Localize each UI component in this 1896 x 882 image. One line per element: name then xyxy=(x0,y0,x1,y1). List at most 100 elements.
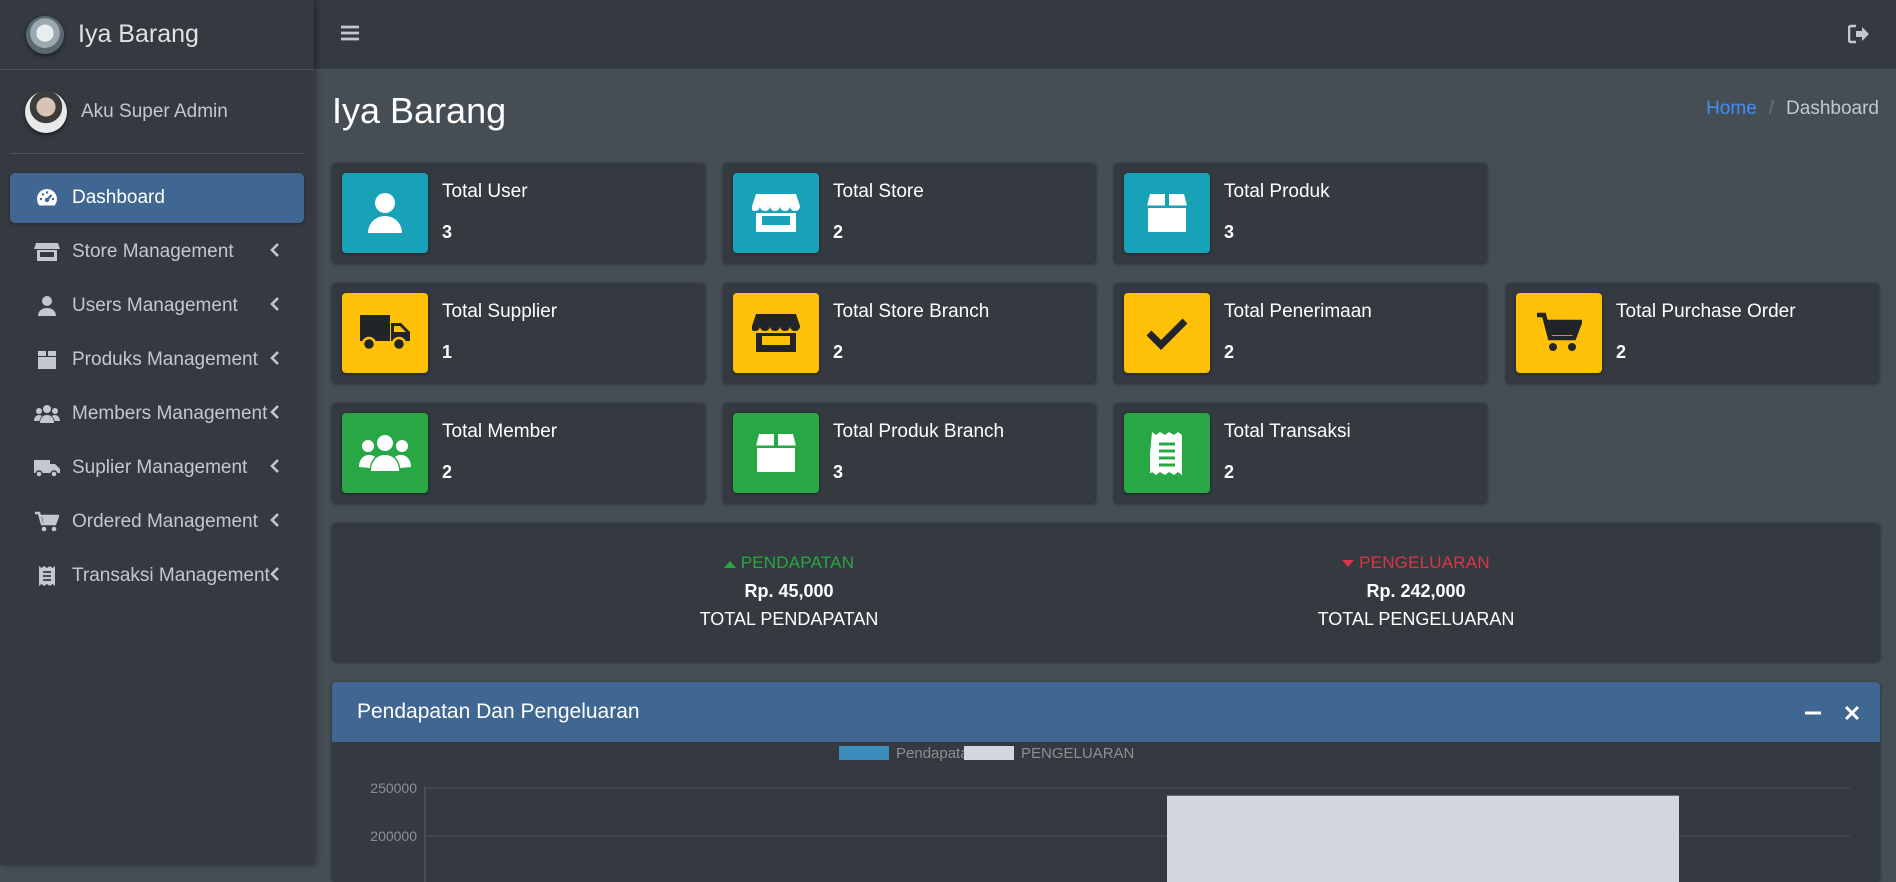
sidebar-item-label: Users Management xyxy=(72,295,238,316)
menu-toggle-icon[interactable] xyxy=(340,24,360,47)
sidebar-item-label: Members Management xyxy=(72,403,268,424)
stat-box-total-store: Total Store 2 xyxy=(723,163,1096,263)
close-icon[interactable] xyxy=(1844,703,1860,727)
stat-label: Total Produk Branch xyxy=(833,421,1005,442)
top-navbar xyxy=(314,0,1896,70)
receipt-icon xyxy=(1124,413,1210,493)
minimize-icon[interactable] xyxy=(1804,703,1822,727)
tachometer-icon xyxy=(34,186,60,210)
sidebar-item-produks-management[interactable]: Produks Management xyxy=(10,335,304,385)
sidebar: Iya Barang Aku Super Admin Dashboard Sto… xyxy=(0,0,314,865)
bar-pengeluaran xyxy=(1167,795,1679,882)
stat-label: Total Transaksi xyxy=(1224,421,1351,442)
stat-value: 3 xyxy=(833,462,844,482)
brand-name: Iya Barang xyxy=(78,20,199,48)
stat-value: 3 xyxy=(1224,222,1235,242)
avatar xyxy=(25,90,67,133)
sidebar-item-label: Suplier Management xyxy=(72,457,248,478)
users-icon xyxy=(34,402,60,426)
sidebar-item-transaksi-management[interactable]: Transaksi Management xyxy=(10,551,304,601)
sidebar-item-label: Transaksi Management xyxy=(72,565,270,586)
user-panel[interactable]: Aku Super Admin xyxy=(10,70,304,154)
sidebar-item-label: Ordered Management xyxy=(72,511,258,532)
expense-summary: PENGELUARAN Rp. 242,000 TOTAL PENGELUARA… xyxy=(1216,553,1616,630)
chevron-left-icon xyxy=(270,350,280,372)
store-icon xyxy=(733,173,819,253)
chart-card-header: Pendapatan Dan Pengeluaran xyxy=(332,682,1880,742)
bar-chart: Pendapatan PENGELUARAN250000200000 xyxy=(370,745,1850,882)
stat-label: Total Penerimaan xyxy=(1224,301,1372,322)
user-icon xyxy=(342,173,428,253)
stat-label: Total User xyxy=(442,181,528,202)
income-amount: Rp. 45,000 xyxy=(744,581,834,601)
breadcrumb-home-link[interactable]: Home xyxy=(1706,98,1757,119)
users-icon xyxy=(342,413,428,493)
chevron-left-icon xyxy=(270,458,280,480)
stat-label: Total Store xyxy=(833,181,924,202)
chevron-left-icon xyxy=(270,512,280,534)
box-icon xyxy=(1124,173,1210,253)
brand-link[interactable]: Iya Barang xyxy=(0,0,314,70)
sidebar-item-dashboard[interactable]: Dashboard xyxy=(10,173,304,223)
cart-icon xyxy=(34,510,60,534)
store-icon xyxy=(733,293,819,373)
breadcrumb: Home / Dashboard xyxy=(1706,98,1879,120)
expense-direction: PENGELUARAN xyxy=(1216,553,1616,573)
chevron-left-icon xyxy=(270,566,280,588)
stat-value: 2 xyxy=(442,462,453,482)
y-tick-label: 250000 xyxy=(370,780,417,796)
stat-value: 3 xyxy=(442,222,453,242)
legend-swatch xyxy=(839,746,889,760)
box-icon xyxy=(34,348,60,372)
truck-icon xyxy=(34,456,60,480)
logout-icon[interactable] xyxy=(1847,24,1870,49)
sidebar-nav: Dashboard Store Management Users Managem… xyxy=(0,154,314,601)
legend-label: PENGELUARAN xyxy=(1021,745,1134,762)
sidebar-item-ordered-management[interactable]: Ordered Management xyxy=(10,497,304,547)
caret-down-icon xyxy=(1342,553,1355,572)
stat-box-total-supplier: Total Supplier 1 xyxy=(332,283,705,383)
stat-label: Total Supplier xyxy=(442,301,558,322)
sidebar-item-suplier-management[interactable]: Suplier Management xyxy=(10,443,304,493)
stat-value: 1 xyxy=(442,342,453,362)
page-title: Iya Barang xyxy=(332,90,507,131)
breadcrumb-current: Dashboard xyxy=(1786,98,1879,119)
summary-panel: PENDAPATAN Rp. 45,000 TOTAL PENDAPATAN P… xyxy=(332,523,1880,661)
card-tools xyxy=(1804,703,1860,727)
stat-box-total-member: Total Member 2 xyxy=(332,403,705,503)
truck-icon xyxy=(342,293,428,373)
chevron-left-icon xyxy=(270,296,280,318)
sidebar-item-label: Produks Management xyxy=(72,349,258,370)
cart-icon xyxy=(1516,293,1602,373)
stat-label: Total Purchase Order xyxy=(1616,301,1796,322)
sidebar-item-store-management[interactable]: Store Management xyxy=(10,227,304,277)
sidebar-item-users-management[interactable]: Users Management xyxy=(10,281,304,331)
stat-box-total-penerimaan: Total Penerimaan 2 xyxy=(1114,283,1487,383)
box-icon xyxy=(733,413,819,493)
expense-amount: Rp. 242,000 xyxy=(1366,581,1466,601)
check-icon xyxy=(1124,293,1210,373)
caret-up-icon xyxy=(723,553,736,572)
stat-value: 2 xyxy=(1224,462,1235,482)
chevron-left-icon xyxy=(270,242,280,264)
store-icon xyxy=(34,240,60,264)
expense-caption: TOTAL PENGELUARAN xyxy=(1317,609,1515,629)
sidebar-item-label: Store Management xyxy=(72,241,234,262)
chart-area: Pendapatan PENGELUARAN 250000 200000 xyxy=(332,742,1880,882)
stat-value: 2 xyxy=(833,222,844,242)
chart-card-title: Pendapatan Dan Pengeluaran xyxy=(357,700,640,723)
stat-box-total-produk-branch: Total Produk Branch 3 xyxy=(723,403,1096,503)
stat-label: Total Store Branch xyxy=(833,301,990,322)
stat-box-total-user: Total User 3 xyxy=(332,163,705,263)
brand-logo xyxy=(26,15,64,54)
stat-box-total-purchase-order: Total Purchase Order 2 xyxy=(1506,283,1879,383)
stat-box-total-transaksi: Total Transaksi 2 xyxy=(1114,403,1487,503)
sidebar-item-members-management[interactable]: Members Management xyxy=(10,389,304,439)
chart-card: Pendapatan Dan Pengeluaran Pendapatan PEN… xyxy=(332,682,1880,882)
stat-value: 2 xyxy=(1224,342,1235,362)
income-direction-label: PENDAPATAN xyxy=(740,553,855,572)
user-icon xyxy=(34,294,60,318)
breadcrumb-separator: / xyxy=(1768,98,1775,119)
receipt-icon xyxy=(34,564,60,588)
y-tick-label: 200000 xyxy=(370,828,417,844)
